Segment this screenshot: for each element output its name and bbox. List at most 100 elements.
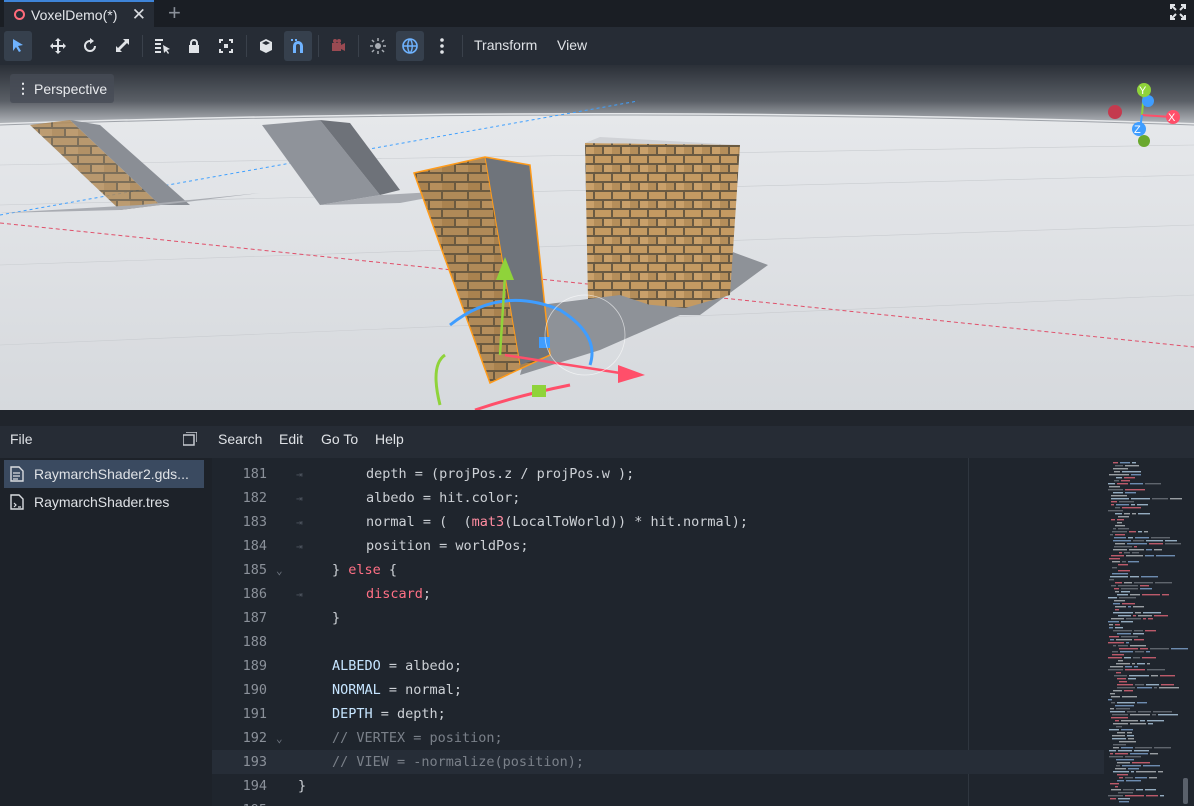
3d-viewport[interactable]: Y X Z ⋮ Perspective <box>0 65 1194 410</box>
minimap-code-mark <box>1121 621 1133 623</box>
line-number: 187 <box>242 610 267 626</box>
view-menu[interactable]: View <box>557 37 587 53</box>
minimap-code-mark <box>1115 543 1125 545</box>
minimap-code-mark <box>1129 549 1144 551</box>
local-space-icon <box>260 39 272 53</box>
panel-splitter[interactable] <box>0 410 1194 426</box>
minimap-code-mark <box>1160 675 1175 677</box>
code-line[interactable]: 187} <box>212 606 1104 630</box>
list-select-button[interactable] <box>148 31 176 61</box>
fullscreen-icon[interactable] <box>1170 4 1186 20</box>
more-options-button[interactable] <box>428 31 456 61</box>
rotate-tool-button[interactable] <box>76 31 104 61</box>
script-file-item[interactable]: RaymarchShader.tres <box>4 488 204 516</box>
environment-button[interactable] <box>396 31 424 61</box>
sun-button[interactable] <box>364 31 392 61</box>
code-line[interactable]: 192 ⌄ // VERTEX = position; <box>212 726 1104 750</box>
camera-button[interactable] <box>324 31 352 61</box>
code-line[interactable]: 188 <box>212 630 1104 654</box>
minimap-code-mark <box>1111 585 1116 587</box>
minimap-code-mark <box>1128 537 1133 539</box>
code-line[interactable]: 190 NORMAL = normal; <box>212 678 1104 702</box>
scene-tab[interactable]: VoxelDemo(*) ✕ <box>4 0 154 27</box>
code-line[interactable]: 191 DEPTH = depth; <box>212 702 1104 726</box>
code-line[interactable]: 195 <box>212 798 1104 806</box>
minimap-code-mark <box>1125 756 1141 758</box>
code-line[interactable]: 193 // VIEW = -normalize(position); <box>212 750 1104 774</box>
minimap-code-mark <box>1129 675 1149 677</box>
minimap-code-mark <box>1112 735 1125 737</box>
minimap-code-mark <box>1165 540 1177 542</box>
script-file-item[interactable]: RaymarchShader2.gds... <box>4 460 204 488</box>
minimap-code-mark <box>1135 612 1141 614</box>
search-menu[interactable]: Search <box>218 431 262 447</box>
minimap-code-mark <box>1112 561 1120 563</box>
minimap-code-mark <box>1109 474 1129 476</box>
minimap-code-mark <box>1151 675 1158 677</box>
code-line[interactable]: 189 ALBEDO = albedo; <box>212 654 1104 678</box>
goto-menu[interactable]: Go To <box>321 431 358 447</box>
code-line[interactable]: 181 ⇥ depth = (projPos.z / projPos.w ); <box>212 462 1104 486</box>
perspective-menu[interactable]: ⋮ Perspective <box>10 74 114 103</box>
minimap-code-mark <box>1116 477 1122 479</box>
toolbar-divider <box>358 35 359 57</box>
minimap-code-mark <box>1119 777 1123 779</box>
add-tab-icon[interactable]: + <box>168 0 181 26</box>
lock-button[interactable] <box>180 31 208 61</box>
minimap-code-mark <box>1108 597 1117 599</box>
minimap-code-mark <box>1119 801 1129 803</box>
code-line[interactable]: 182 ⇥ albedo = hit.color; <box>212 486 1104 510</box>
minimap-code-mark <box>1154 687 1157 689</box>
group-button[interactable] <box>212 31 240 61</box>
move-tool-button[interactable] <box>44 31 72 61</box>
minimap-code-mark <box>1118 516 1129 518</box>
minimap-code-mark <box>1124 477 1135 479</box>
snap-button[interactable] <box>284 31 312 61</box>
minimap-code-mark <box>1125 669 1145 671</box>
close-tab-icon[interactable]: ✕ <box>132 5 146 25</box>
scale-tool-button[interactable] <box>108 31 136 61</box>
code-text: NORMAL = normal; <box>332 682 463 698</box>
minimap-code-mark <box>1116 726 1122 728</box>
code-line[interactable]: 183 ⇥ normal = ( (mat3(LocalToWorld)) * hi… <box>212 510 1104 534</box>
code-line[interactable]: 184 ⇥ position = worldPos; <box>212 534 1104 558</box>
minimap-code-mark <box>1108 795 1123 797</box>
minimap-code-mark <box>1134 666 1138 668</box>
transform-menu[interactable]: Transform <box>474 37 537 53</box>
minimap-code-mark <box>1110 666 1123 668</box>
minimap-code-mark <box>1125 465 1139 467</box>
minimap-code-mark <box>1171 648 1188 650</box>
minimap-code-mark <box>1126 780 1141 782</box>
minimap-code-mark <box>1118 570 1130 572</box>
minimap-code-mark <box>1121 636 1138 638</box>
select-tool-button[interactable] <box>4 31 32 61</box>
help-menu[interactable]: Help <box>375 431 404 447</box>
minimap-code-mark <box>1122 561 1126 563</box>
minimap-code-mark <box>1109 486 1120 488</box>
minimap-code-mark <box>1115 591 1119 593</box>
toolbar-divider <box>246 35 247 57</box>
toggle-scripts-panel-icon[interactable] <box>183 432 197 446</box>
minimap-code-mark <box>1113 771 1129 773</box>
line-number: 185 <box>242 562 267 578</box>
code-minimap[interactable] <box>1104 458 1194 806</box>
toolbar-divider <box>142 35 143 57</box>
minimap-code-mark <box>1113 747 1119 749</box>
minimap-code-mark <box>1113 528 1116 530</box>
code-editor[interactable]: 181 ⇥ depth = (projPos.z / projPos.w ); 182… <box>212 458 1194 806</box>
minimap-code-mark <box>1115 753 1128 755</box>
code-line[interactable]: 186 ⇥ discard; <box>212 582 1104 606</box>
line-number: 184 <box>242 538 267 554</box>
minimap-code-mark <box>1117 483 1128 485</box>
editor-scrollbar[interactable] <box>1183 778 1188 804</box>
minimap-code-mark <box>1111 519 1115 521</box>
local-space-button[interactable] <box>252 31 280 61</box>
fold-chevron-icon[interactable]: ⌄ <box>276 732 288 745</box>
fold-chevron-icon[interactable]: ⌄ <box>276 564 288 577</box>
minimap-code-mark <box>1111 495 1127 497</box>
file-menu[interactable]: File <box>10 431 33 447</box>
code-line[interactable]: 194} <box>212 774 1104 798</box>
minimap-code-mark <box>1112 714 1128 716</box>
code-line[interactable]: 185 ⌄} else { <box>212 558 1104 582</box>
edit-menu[interactable]: Edit <box>279 431 303 447</box>
